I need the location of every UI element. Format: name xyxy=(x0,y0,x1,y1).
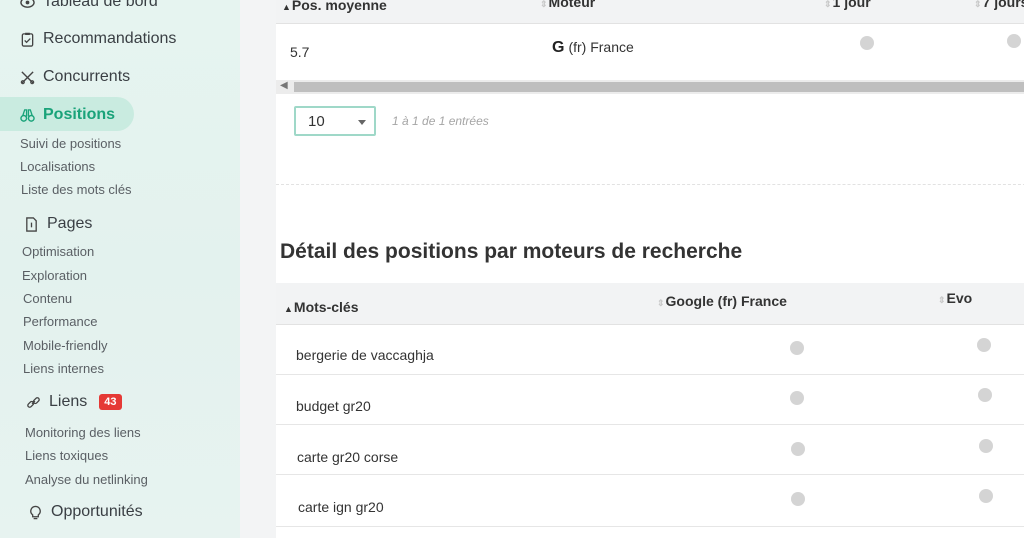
sidebar-item-positions[interactable]: Positions xyxy=(20,106,115,124)
row-divider xyxy=(276,424,1024,425)
scroll-left-icon[interactable]: ◀ xyxy=(280,80,288,91)
detail-table-header: ▲Mots-clés ⇕Google (fr) France ⇕Evo xyxy=(276,283,1024,325)
keyword-cell: budget gr20 xyxy=(296,398,371,414)
column-header-google-france[interactable]: ⇕Google (fr) France xyxy=(657,293,787,309)
sidebar-subitem-internal-links[interactable]: Liens internes xyxy=(23,361,104,376)
sidebar-subitem-toxic-links[interactable]: Liens toxiques xyxy=(25,448,108,463)
sort-icon: ⇕ xyxy=(540,0,548,9)
column-header-evo[interactable]: ⇕Evo xyxy=(938,290,972,306)
google-icon: G xyxy=(552,39,565,56)
sidebar-subitem-mobile-friendly[interactable]: Mobile-friendly xyxy=(23,338,108,353)
sidebar-subitem-netlinking-analysis[interactable]: Analyse du netlinking xyxy=(25,472,148,487)
sort-icon: ⇕ xyxy=(938,295,946,305)
section-divider xyxy=(276,184,1024,185)
links-count-badge: 43 xyxy=(99,394,122,410)
evo-dot xyxy=(979,489,993,503)
sidebar-item-opportunities[interactable]: Opportunités xyxy=(28,503,143,521)
page-icon xyxy=(24,216,39,232)
sort-asc-icon: ▲ xyxy=(284,304,293,314)
column-header-avg-position[interactable]: ▲Pos. moyenne xyxy=(282,0,387,13)
page-size-select[interactable]: 10 xyxy=(294,106,376,136)
sort-icon: ⇕ xyxy=(974,0,982,9)
sidebar: Tableau de bord Recommandations Concurre… xyxy=(0,0,240,538)
sidebar-item-pages[interactable]: Pages xyxy=(24,215,92,233)
lightbulb-icon xyxy=(28,505,43,520)
position-dot xyxy=(791,442,805,456)
sidebar-subitem-link-monitoring[interactable]: Monitoring des liens xyxy=(25,425,141,440)
position-dot xyxy=(790,391,804,405)
sidebar-subitem-locations[interactable]: Localisations xyxy=(20,159,95,174)
sidebar-item-recommendations[interactable]: Recommandations xyxy=(20,30,176,48)
sidebar-subitem-optimisation[interactable]: Optimisation xyxy=(22,244,94,259)
positions-card: ▲Pos. moyenne ⇕Moteur ⇕1 jour ⇕7 jours 5… xyxy=(276,0,1024,538)
sidebar-item-label: Concurrents xyxy=(43,68,131,85)
sidebar-item-label: Pages xyxy=(47,215,93,232)
evo-dot xyxy=(978,388,992,402)
entries-info: 1 à 1 de 1 entrées xyxy=(392,114,489,128)
evo-dot xyxy=(979,439,993,453)
binoculars-icon xyxy=(20,108,35,123)
sidebar-subitem-tracking[interactable]: Suivi de positions xyxy=(20,136,121,151)
row-divider xyxy=(276,474,1024,475)
sidebar-item-label: Opportunités xyxy=(51,503,143,520)
sidebar-item-label: Recommandations xyxy=(43,30,177,47)
link-icon xyxy=(26,395,41,410)
keyword-cell: carte ign gr20 xyxy=(298,499,384,515)
sidebar-item-label: Tableau de bord xyxy=(43,0,158,10)
row-divider xyxy=(276,526,1024,527)
evo-dot xyxy=(977,338,991,352)
summary-table-header: ▲Pos. moyenne ⇕Moteur ⇕1 jour ⇕7 jours xyxy=(276,0,1024,24)
column-header-7-days[interactable]: ⇕7 jours xyxy=(974,0,1024,10)
sort-asc-icon: ▲ xyxy=(282,2,291,12)
sidebar-item-links[interactable]: Liens 43 xyxy=(26,393,122,411)
column-header-engine[interactable]: ⇕Moteur xyxy=(540,0,595,10)
position-dot xyxy=(791,492,805,506)
sidebar-subitem-keyword-list[interactable]: Liste des mots clés xyxy=(21,182,132,197)
sidebar-subitem-performance[interactable]: Performance xyxy=(23,314,97,329)
engine-cell: G (fr) France xyxy=(552,39,634,56)
column-header-keywords[interactable]: ▲Mots-clés xyxy=(284,299,359,315)
chevron-down-icon xyxy=(358,120,366,125)
clipboard-check-icon xyxy=(20,32,35,47)
eye-icon xyxy=(20,0,35,10)
section-title: Détail des positions par moteurs de rech… xyxy=(280,240,743,263)
sort-icon: ⇕ xyxy=(657,298,665,308)
row-divider xyxy=(276,374,1024,375)
avg-position-value: 5.7 xyxy=(290,44,310,60)
sidebar-item-label: Liens xyxy=(49,393,88,410)
sidebar-subitem-content[interactable]: Contenu xyxy=(23,291,72,306)
main-content: ▲Pos. moyenne ⇕Moteur ⇕1 jour ⇕7 jours 5… xyxy=(240,0,1024,538)
keyword-cell: carte gr20 corse xyxy=(297,449,399,465)
competitors-icon xyxy=(20,70,35,85)
sort-icon: ⇕ xyxy=(824,0,832,9)
position-dot xyxy=(790,341,804,355)
column-header-1-day[interactable]: ⇕1 jour xyxy=(824,0,871,10)
keyword-cell: bergerie de vaccaghja xyxy=(296,347,434,363)
status-dot xyxy=(1007,34,1021,48)
sidebar-item-label: Positions xyxy=(43,106,116,123)
sidebar-item-competitors[interactable]: Concurrents xyxy=(20,68,130,86)
status-dot xyxy=(860,36,874,50)
sidebar-subitem-exploration[interactable]: Exploration xyxy=(22,268,87,283)
sidebar-item-dashboard[interactable]: Tableau de bord xyxy=(20,0,158,11)
scrollbar-thumb[interactable] xyxy=(294,82,1024,92)
